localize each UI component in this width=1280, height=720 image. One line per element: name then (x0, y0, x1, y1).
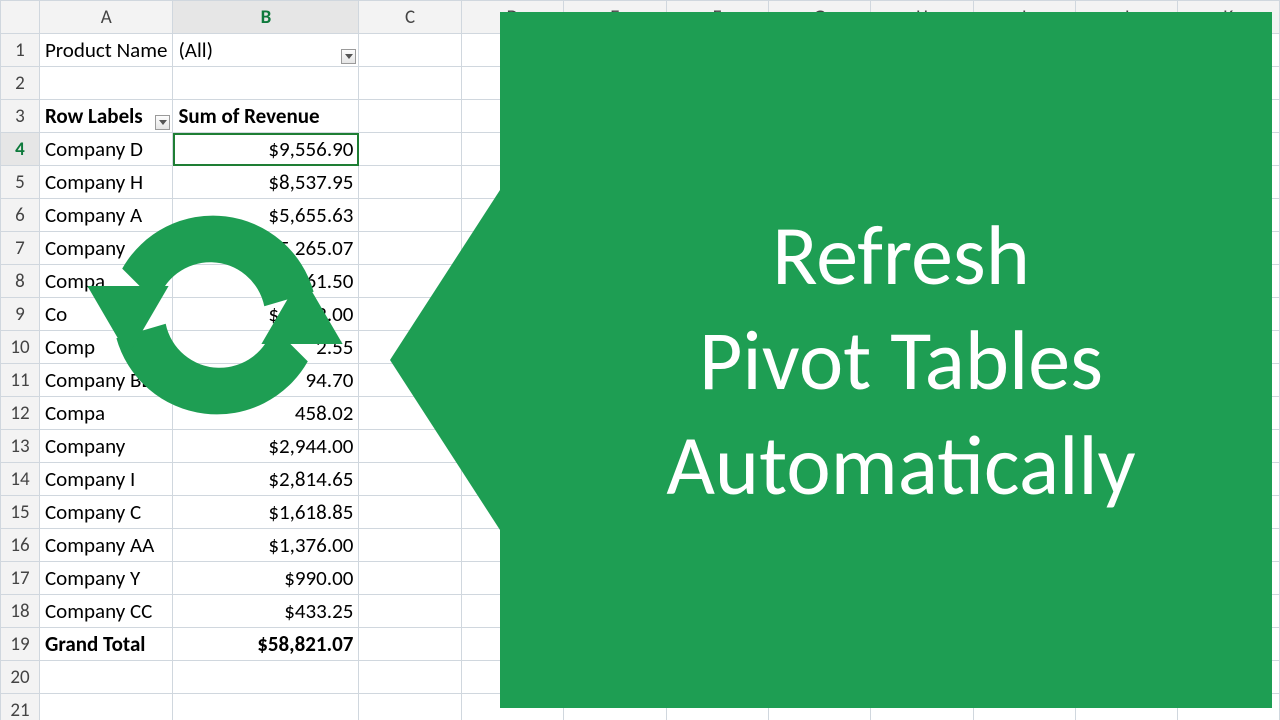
cell[interactable] (39, 694, 172, 720)
banner-line2: Pivot Tables (699, 309, 1103, 412)
banner-line3: Automatically (666, 414, 1135, 517)
pivot-row-value[interactable]: $990.00 (173, 562, 359, 595)
cell[interactable] (359, 694, 461, 720)
cell[interactable] (173, 694, 359, 720)
cell[interactable] (359, 628, 461, 661)
row-header[interactable]: 20 (1, 661, 40, 694)
cell[interactable] (359, 562, 461, 595)
filter-field-label[interactable]: Product Name (39, 34, 172, 67)
row-header[interactable]: 10 (1, 331, 40, 364)
row-header[interactable]: 8 (1, 265, 40, 298)
cell[interactable] (359, 595, 461, 628)
cell[interactable] (359, 529, 461, 562)
row-header[interactable]: 18 (1, 595, 40, 628)
row-header[interactable]: 9 (1, 298, 40, 331)
banner-text: Refresh Pivot Tables Automatically (606, 203, 1165, 518)
row-header[interactable]: 5 (1, 166, 40, 199)
row-labels-dropdown-icon[interactable] (155, 115, 170, 130)
pivot-row-value[interactable]: $433.25 (173, 595, 359, 628)
pivot-row-label[interactable]: Company CC (39, 595, 172, 628)
row-header[interactable]: 4 (1, 133, 40, 166)
filter-value-text: (All) (178, 37, 213, 63)
filter-field-value[interactable]: (All) (173, 34, 359, 67)
col-header-A[interactable]: A (39, 1, 172, 34)
pivot-row-value[interactable]: $9,556.90 (173, 133, 359, 166)
row-header[interactable]: 2 (1, 67, 40, 100)
cell[interactable] (173, 661, 359, 694)
pivot-values-header[interactable]: Sum of Revenue (173, 100, 359, 133)
row-header[interactable]: 19 (1, 628, 40, 661)
pivot-row-value[interactable]: $1,618.85 (173, 496, 359, 529)
cell[interactable] (173, 67, 359, 100)
cell[interactable] (359, 133, 461, 166)
row-header[interactable]: 1 (1, 34, 40, 67)
col-header-C[interactable]: C (359, 1, 461, 34)
pivot-row-label[interactable]: Company I (39, 463, 172, 496)
refresh-icon (70, 170, 360, 460)
pivot-row-value[interactable]: $1,376.00 (173, 529, 359, 562)
row-header[interactable]: 7 (1, 232, 40, 265)
pivot-row-label[interactable]: Company D (39, 133, 172, 166)
cell[interactable] (359, 661, 461, 694)
row-header[interactable]: 14 (1, 463, 40, 496)
row-header[interactable]: 21 (1, 694, 40, 720)
pivot-row-label[interactable]: Company C (39, 496, 172, 529)
text: Row Labels (45, 103, 143, 129)
pivot-row-label[interactable]: Company Y (39, 562, 172, 595)
filter-dropdown-icon[interactable] (341, 49, 356, 64)
row-header[interactable]: 16 (1, 529, 40, 562)
cell[interactable] (359, 34, 461, 67)
cell[interactable] (39, 67, 172, 100)
row-header[interactable]: 3 (1, 100, 40, 133)
grand-total-value[interactable]: $58,821.07 (173, 628, 359, 661)
cell[interactable] (359, 100, 461, 133)
row-header[interactable]: 11 (1, 364, 40, 397)
row-header[interactable]: 12 (1, 397, 40, 430)
pivot-row-labels-header[interactable]: Row Labels (39, 100, 172, 133)
row-header[interactable]: 17 (1, 562, 40, 595)
banner-line1: Refresh (772, 204, 1030, 307)
row-header[interactable]: 6 (1, 199, 40, 232)
row-header[interactable]: 15 (1, 496, 40, 529)
pivot-row-value[interactable]: $2,814.65 (173, 463, 359, 496)
row-header[interactable]: 13 (1, 430, 40, 463)
title-banner: Refresh Pivot Tables Automatically (500, 12, 1272, 708)
cell[interactable] (359, 67, 461, 100)
select-all-corner[interactable] (1, 1, 40, 34)
pivot-row-label[interactable]: Company AA (39, 529, 172, 562)
grand-total-label[interactable]: Grand Total (39, 628, 172, 661)
cell[interactable] (39, 661, 172, 694)
col-header-B[interactable]: B (173, 1, 359, 34)
